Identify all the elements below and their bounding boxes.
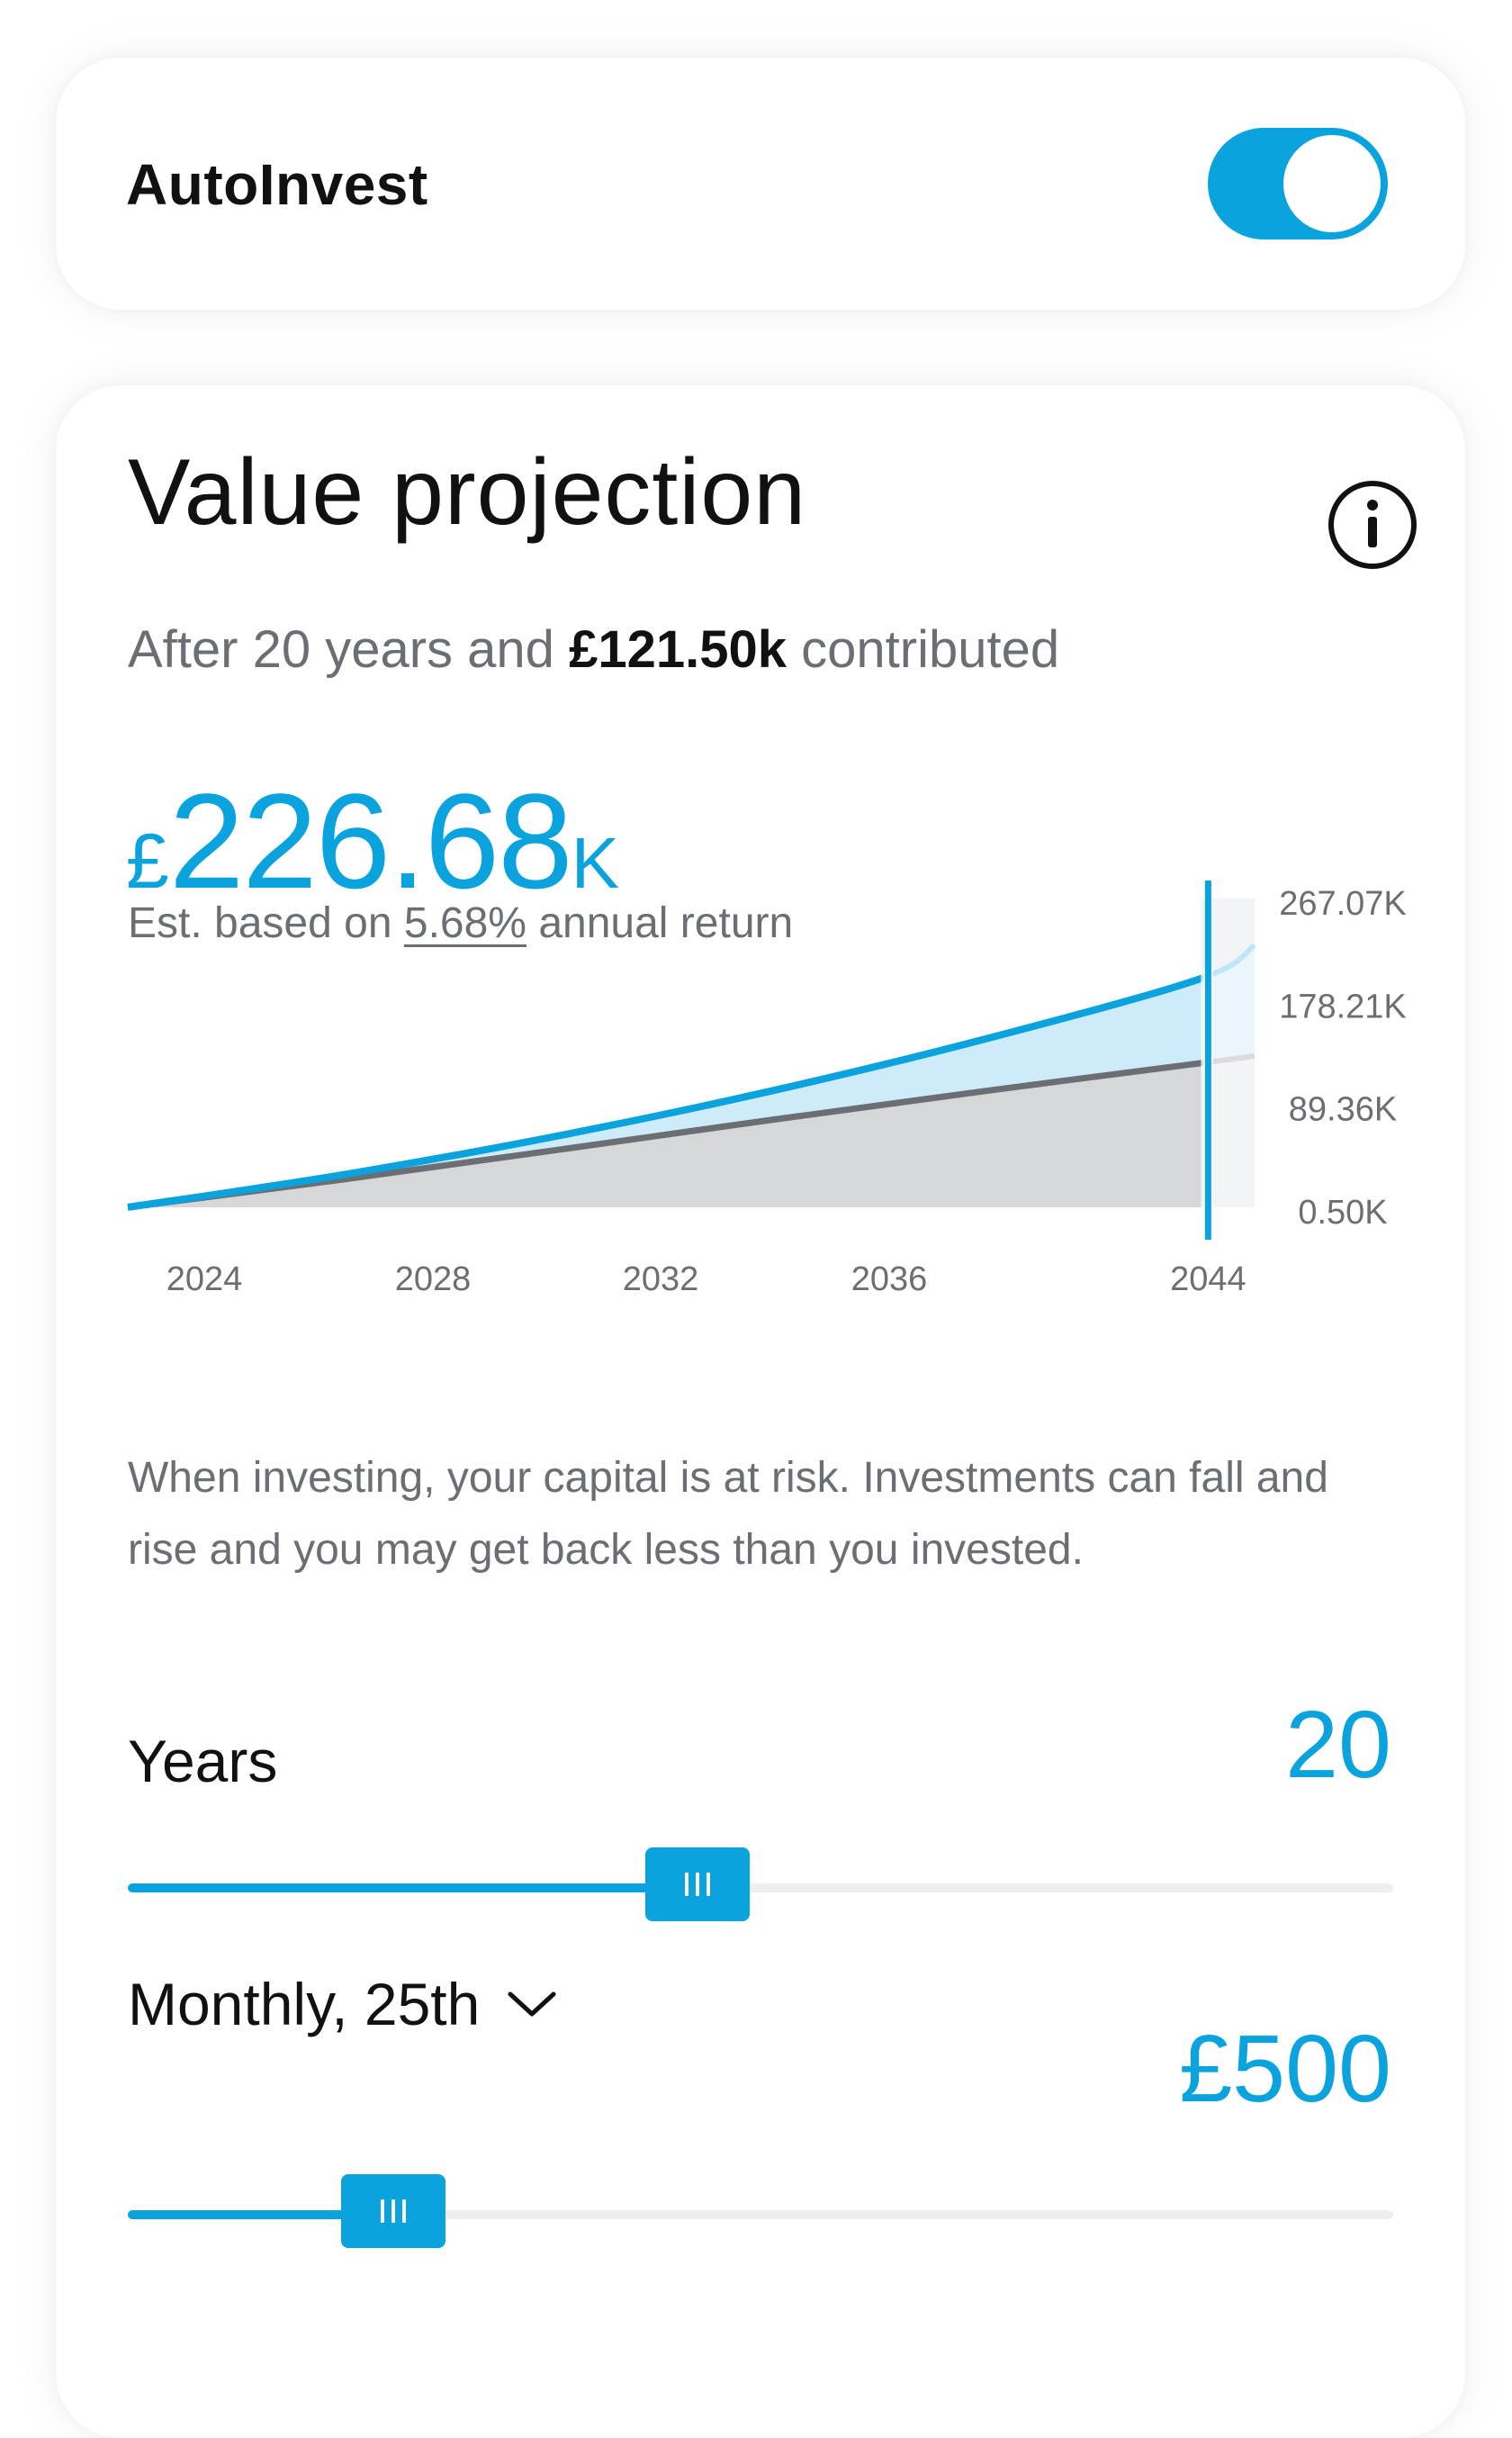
x-tick-label: 2024 (166, 1260, 243, 1298)
y-tick-label: 267.07K (1279, 885, 1407, 923)
x-tick-label: 2044 (1170, 1260, 1246, 1298)
chevron-down-icon (508, 1991, 556, 2017)
info-button[interactable] (1310, 463, 1435, 587)
frequency-label: Monthly, 25th (128, 1971, 481, 2037)
y-tick-label: 178.21K (1279, 988, 1407, 1025)
grip-line (695, 1873, 699, 1896)
x-tick-label: 2028 (395, 1260, 472, 1298)
grip-line (392, 2199, 396, 2223)
projection-subtitle: After 20 years and £121.50k contributed (128, 619, 1059, 680)
autoinvest-toggle[interactable] (1208, 128, 1388, 239)
info-icon (1328, 481, 1417, 569)
contribution-slider[interactable] (128, 2174, 1393, 2248)
grip-line (706, 1873, 710, 1896)
grip-line (381, 2199, 385, 2223)
risk-disclaimer: When investing, your capital is at risk.… (128, 1454, 1328, 1574)
autoinvest-card: AutoInvest (56, 58, 1465, 310)
toggle-knob (1283, 135, 1381, 232)
subtitle-suffix: contributed (801, 620, 1060, 679)
years-slider-fill (128, 1883, 698, 1892)
projection-chart: 267.07K 178.21K 89.36K 0.50K 2024 2028 2032 203… (127, 880, 1407, 1298)
x-tick-label: 2032 (623, 1260, 699, 1298)
x-tick-label: 2036 (851, 1260, 928, 1298)
autoinvest-title: AutoInvest (126, 152, 428, 217)
grip-line (402, 2199, 407, 2223)
frequency-dropdown[interactable]: Monthly, 25th (128, 1970, 557, 2038)
y-tick-label: 0.50K (1298, 1194, 1387, 1232)
y-tick-label: 89.36K (1289, 1091, 1397, 1129)
contribution-slider-handle[interactable] (341, 2174, 446, 2248)
years-value: 20 (1285, 1692, 1391, 1798)
subtitle-prefix: After 20 years and (128, 620, 554, 679)
value-projection-card: Value projection After 20 years and £121… (56, 385, 1465, 2438)
grip-line (684, 1873, 688, 1896)
contribution-amount: £500 (1179, 2016, 1391, 2122)
years-label: Years (128, 1728, 278, 1794)
page-title: Value projection (128, 440, 807, 545)
contributed-amount: £121.50k (569, 620, 787, 679)
years-slider-handle[interactable] (644, 1847, 750, 1921)
years-slider[interactable] (128, 1847, 1393, 1921)
